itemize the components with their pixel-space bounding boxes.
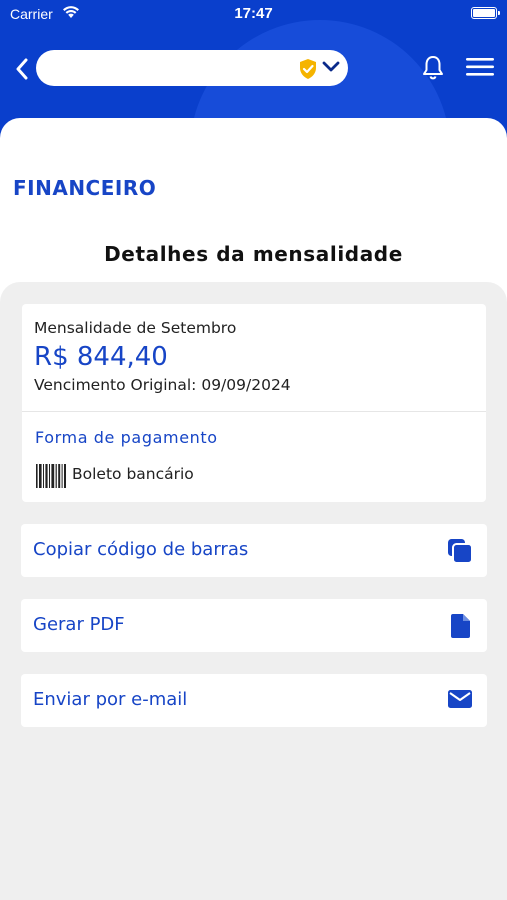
envelope-icon bbox=[448, 690, 472, 708]
payment-method-value: Boleto bancário bbox=[72, 465, 194, 483]
divider bbox=[22, 411, 486, 412]
chevron-down-icon bbox=[322, 61, 340, 72]
copy-icon bbox=[448, 539, 473, 564]
copy-barcode-button[interactable]: Copiar código de barras bbox=[21, 524, 487, 577]
send-email-button[interactable]: Enviar por e-mail bbox=[21, 674, 487, 727]
menu-button[interactable] bbox=[464, 54, 496, 80]
status-bar: Carrier 17:47 bbox=[0, 0, 507, 28]
battery-icon bbox=[471, 7, 500, 19]
account-selector[interactable] bbox=[36, 50, 348, 86]
invoice-amount: R$ 844,40 bbox=[34, 342, 168, 372]
generate-pdf-button[interactable]: Gerar PDF bbox=[21, 599, 487, 652]
hamburger-menu-icon bbox=[466, 58, 494, 76]
back-button[interactable] bbox=[10, 54, 34, 84]
invoice-details-card: Mensalidade de Setembro R$ 844,40 Vencim… bbox=[22, 304, 486, 502]
shield-check-icon bbox=[300, 59, 316, 79]
page-title: Detalhes da mensalidade bbox=[104, 242, 403, 266]
content-card: FINANCEIRO Detalhes da mensalidade Mensa… bbox=[0, 118, 507, 900]
payment-method-label: Forma de pagamento bbox=[35, 428, 218, 447]
bell-icon bbox=[423, 56, 443, 80]
copy-barcode-label: Copiar código de barras bbox=[33, 539, 249, 560]
barcode-icon bbox=[36, 464, 66, 488]
section-title: FINANCEIRO bbox=[13, 176, 157, 200]
file-icon bbox=[451, 614, 470, 638]
invoice-due-date: Vencimento Original: 09/09/2024 bbox=[34, 376, 291, 394]
invoice-month-label: Mensalidade de Setembro bbox=[34, 319, 237, 337]
chevron-left-icon bbox=[16, 58, 28, 80]
clock: 17:47 bbox=[234, 5, 273, 22]
details-panel: Mensalidade de Setembro R$ 844,40 Vencim… bbox=[0, 282, 507, 900]
notifications-button[interactable] bbox=[420, 54, 446, 82]
send-email-label: Enviar por e-mail bbox=[33, 689, 188, 710]
generate-pdf-label: Gerar PDF bbox=[33, 614, 125, 635]
